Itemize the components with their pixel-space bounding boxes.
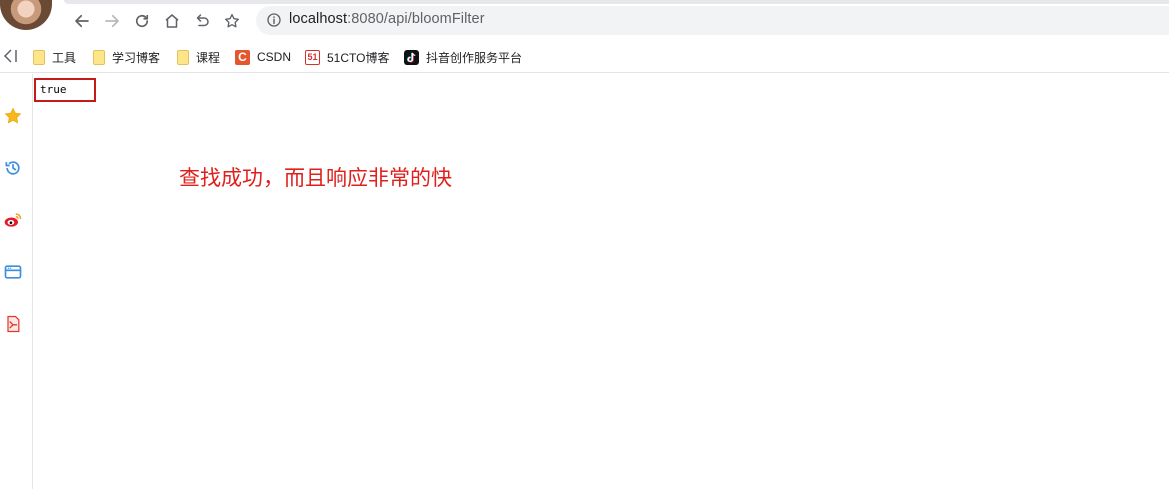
response-body: true xyxy=(40,83,67,96)
folder-icon xyxy=(33,49,45,65)
reload-button[interactable] xyxy=(131,10,153,32)
back-button[interactable] xyxy=(71,10,93,32)
bookmark-study-blog[interactable]: 学习博客 xyxy=(93,47,160,67)
bookmark-csdn[interactable]: C CSDN xyxy=(235,47,291,67)
bookmark-star-button[interactable] xyxy=(221,10,243,32)
douyin-icon xyxy=(404,49,419,65)
url-path: :8080/api/bloomFilter xyxy=(347,11,485,27)
bookmark-51cto[interactable]: 51 51CTO博客 xyxy=(305,47,389,67)
csdn-icon: C xyxy=(235,49,250,65)
weibo-icon[interactable] xyxy=(3,210,23,230)
bookmark-label: 工具 xyxy=(52,50,77,65)
arrow-right-icon xyxy=(105,14,119,28)
window-panel-icon[interactable] xyxy=(3,262,23,282)
star-outline-icon xyxy=(224,13,240,28)
bookmark-douyin[interactable]: 抖音创作服务平台 xyxy=(404,47,522,67)
51cto-icon: 51 xyxy=(305,49,320,65)
browser-toolbar: localhost:8080/api/bloomFilter xyxy=(0,0,1169,41)
bookmark-tools[interactable]: 工具 xyxy=(33,47,76,67)
bookmark-label: CSDN xyxy=(257,50,292,64)
side-panel xyxy=(0,74,33,489)
url-text[interactable]: localhost:8080/api/bloomFilter xyxy=(289,11,485,27)
history-icon[interactable] xyxy=(3,158,23,178)
address-bar[interactable]: localhost:8080/api/bloomFilter xyxy=(256,6,1169,35)
home-icon xyxy=(165,14,179,28)
bookmark-label: 课程 xyxy=(196,50,221,65)
undo-close-button[interactable] xyxy=(191,10,213,32)
pdf-reader-icon[interactable] xyxy=(3,314,23,334)
home-button[interactable] xyxy=(161,10,183,32)
annotation-text: 查找成功，而且响应非常的快 xyxy=(179,166,452,190)
bookmark-label: 学习博客 xyxy=(112,50,161,65)
bookmarks-bar: 工具 学习博客 课程 C CSDN 51 51CTO博客 抖音创作服务平台 xyxy=(0,41,1169,73)
folder-icon xyxy=(93,49,105,65)
tab-strip xyxy=(64,0,1169,4)
arrow-left-icon xyxy=(75,14,89,28)
site-info-icon[interactable] xyxy=(266,12,282,28)
favorites-star-icon[interactable] xyxy=(3,106,23,126)
forward-button[interactable] xyxy=(101,10,123,32)
folder-icon xyxy=(177,49,189,65)
reload-icon xyxy=(135,14,149,28)
bookmark-courses[interactable]: 课程 xyxy=(177,47,220,67)
undo-icon xyxy=(196,14,209,27)
url-host: localhost xyxy=(289,11,348,27)
profile-avatar[interactable] xyxy=(0,0,52,30)
bookmark-label: 51CTO博客 xyxy=(327,50,390,65)
bookmark-label: 抖音创作服务平台 xyxy=(426,50,523,65)
sidebar-toggle-icon[interactable] xyxy=(2,48,20,64)
